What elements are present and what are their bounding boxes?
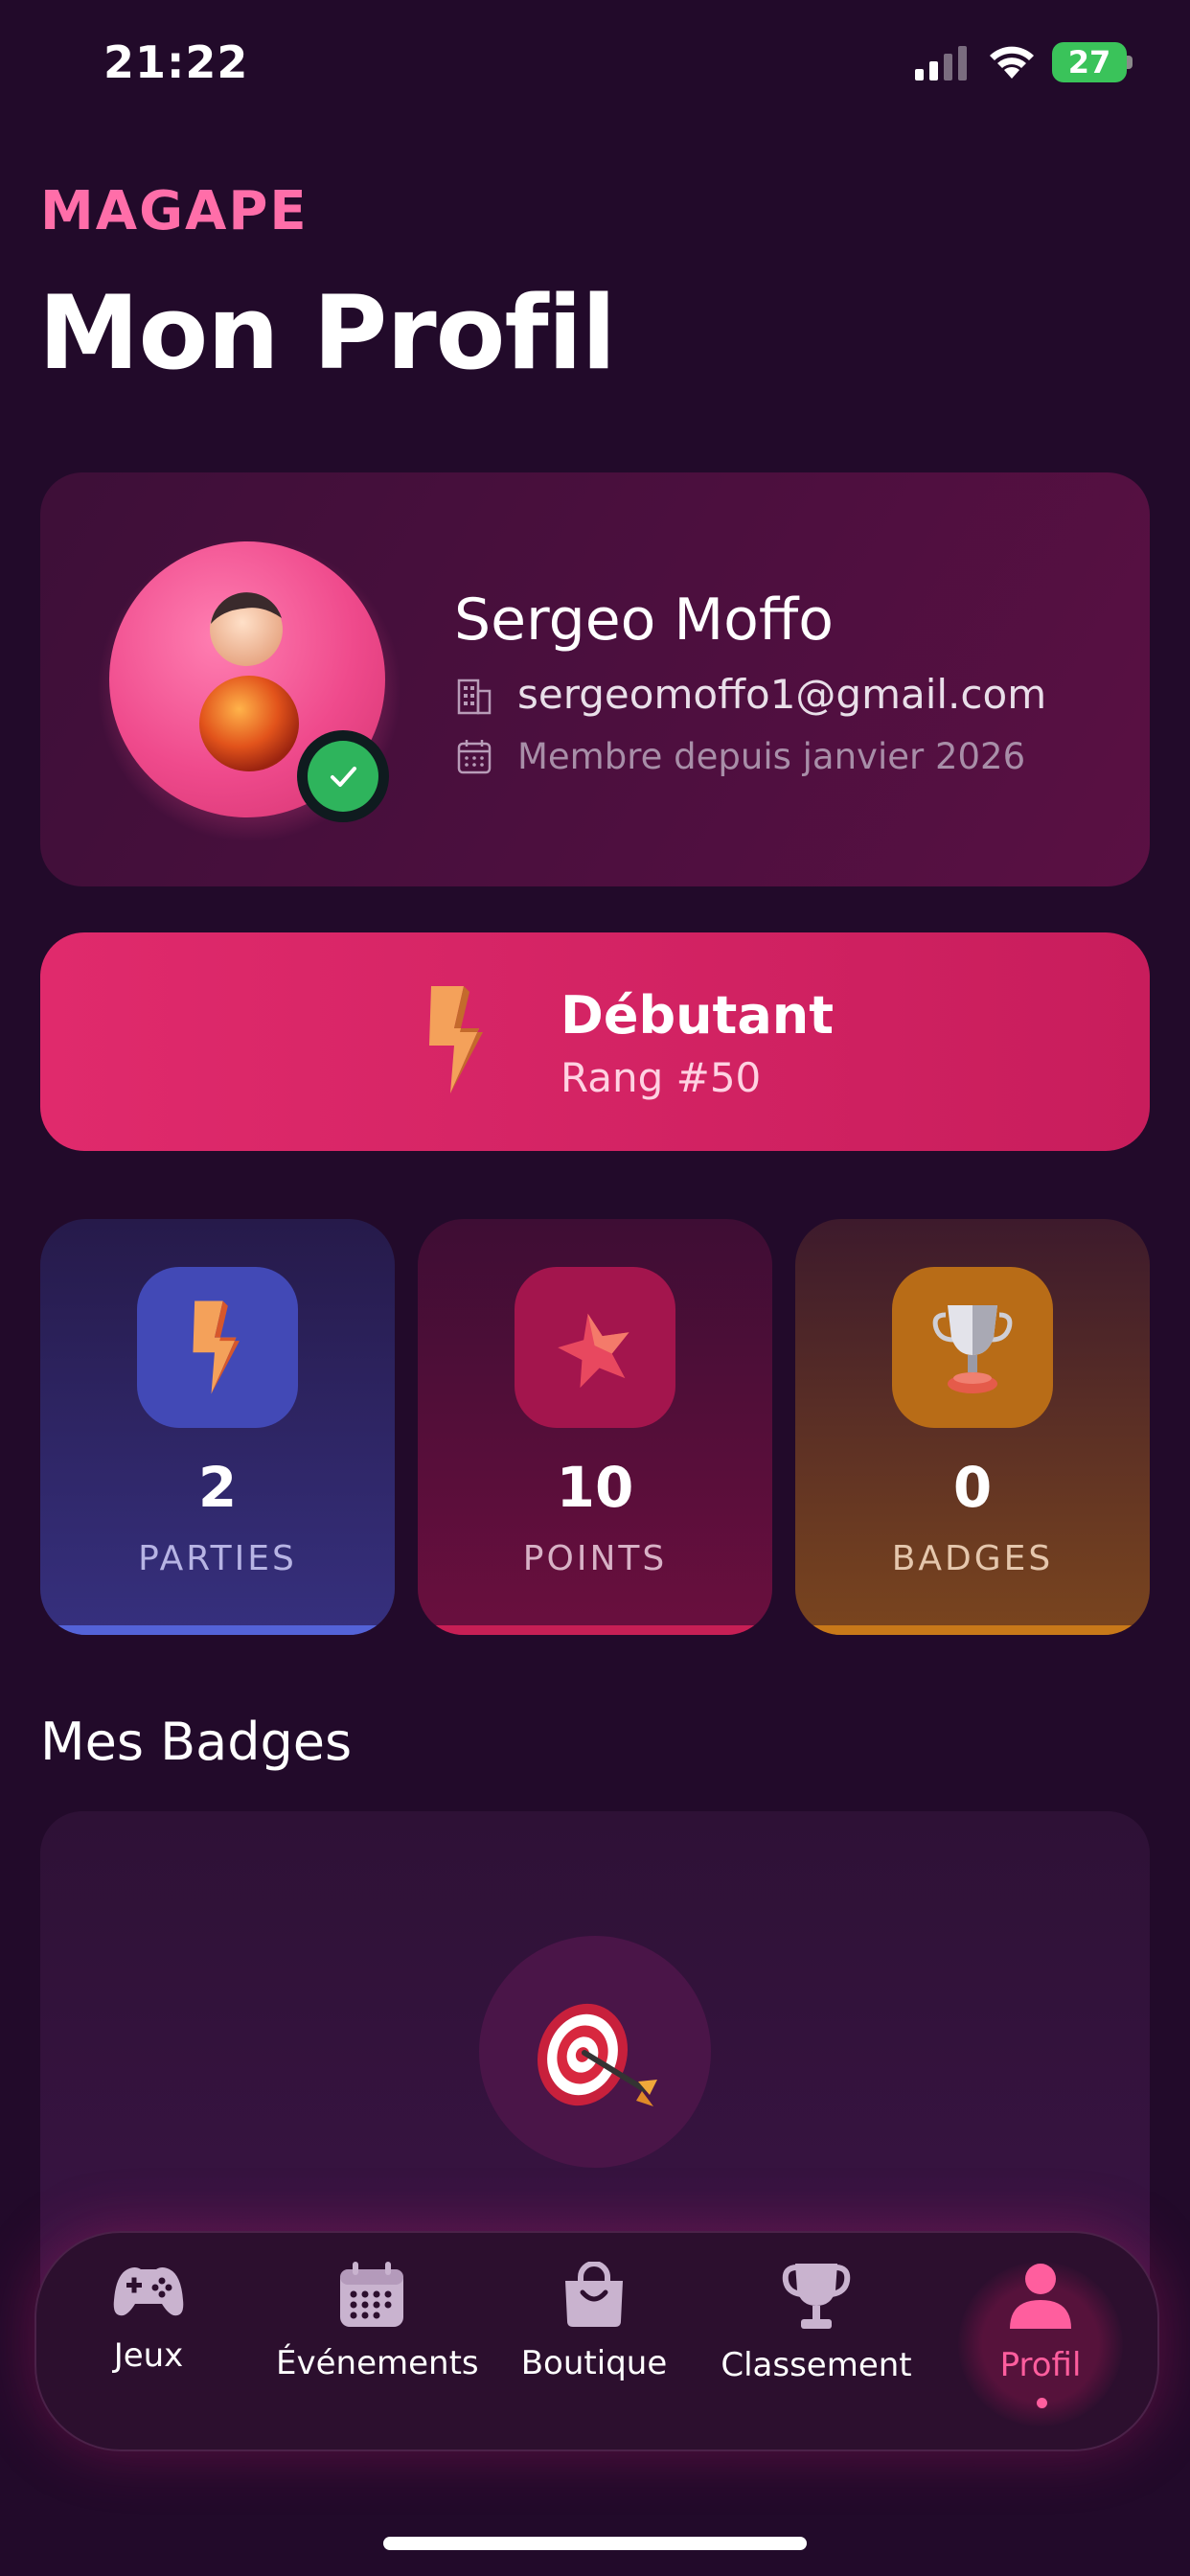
battery-tip [1127,56,1133,69]
nav-label: Classement [721,2346,912,2384]
rank-number: Rang #50 [561,1054,762,1101]
brand-label: MAGAPE [40,180,309,242]
stat-card-badges[interactable]: 0 BADGES [795,1219,1150,1635]
nav-label: Profil [999,2346,1082,2384]
shopping-bag-icon [565,2262,623,2327]
badges-section-title: Mes Badges [40,1712,353,1772]
trophy-icon [782,2264,851,2329]
checkmark-icon [331,767,356,787]
trophy-icon [932,1305,1013,1393]
verified-badge [297,730,389,822]
status-time: 21:22 [103,36,249,88]
stat-label: POINTS [522,1539,668,1578]
stat-icon-bg [892,1267,1053,1428]
nav-label: Jeux [113,2336,184,2375]
building-icon [457,678,492,715]
home-indicator[interactable] [383,2537,807,2550]
page-title: Mon Profil [38,274,616,392]
nav-label: Boutique [520,2344,668,2382]
lightning-icon [429,986,483,1093]
stat-icon-bg [137,1267,298,1428]
star-icon [558,1313,629,1388]
target-icon [537,2003,657,2106]
stat-accent-bar [40,1625,395,1635]
stat-card-parties[interactable]: 2 PARTIES [40,1219,395,1635]
user-email: sergeomoffo1@gmail.com [517,671,1047,718]
stat-value: 2 [197,1455,238,1520]
stat-label: BADGES [891,1539,1054,1578]
stat-card-points[interactable]: 10 POINTS [418,1219,772,1635]
nav-item-evenements[interactable]: Événements [276,2262,479,2415]
lightning-icon [193,1300,240,1394]
nav-item-jeux[interactable]: Jeux [53,2262,244,2415]
nav-item-boutique[interactable]: Boutique [498,2262,690,2415]
stat-accent-bar [795,1625,1150,1635]
wifi-icon [990,46,1034,79]
gamepad-icon [113,2267,184,2316]
stat-accent-bar [418,1625,772,1635]
stat-icon-bg [515,1267,675,1428]
member-since: Membre depuis janvier 2026 [517,736,1026,777]
stat-value: 10 [556,1455,634,1520]
cellular-signal-icon [915,46,967,80]
badges-empty-state [479,1936,711,2168]
battery-indicator: 27 [1052,42,1127,82]
stat-label: PARTIES [138,1539,297,1578]
calendar-icon [457,740,492,774]
user-name: Sergeo Moffo [454,586,834,654]
calendar-icon [340,2262,403,2327]
stat-value: 0 [952,1455,993,1520]
nav-label: Événements [276,2344,479,2382]
rank-title: Débutant [561,985,835,1046]
nav-item-profil[interactable]: Profil [945,2262,1136,2415]
nav-item-classement[interactable]: Classement [721,2262,912,2415]
user-icon [1010,2264,1071,2329]
nav-active-dot [1037,2398,1047,2408]
